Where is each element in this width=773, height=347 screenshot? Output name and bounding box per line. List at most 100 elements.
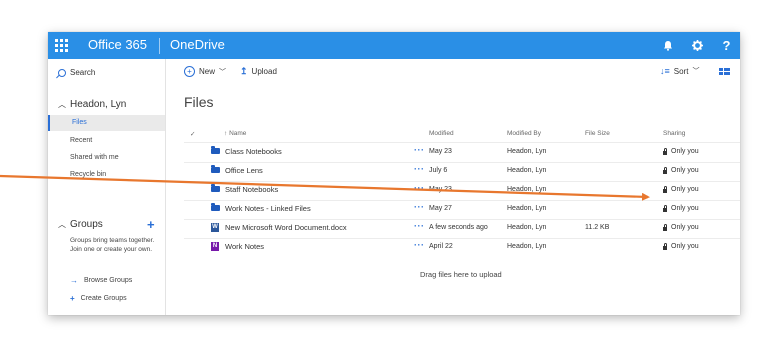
create-groups-link[interactable]: + Create Groups [70, 294, 127, 303]
word-document-icon: W [211, 223, 219, 232]
file-name[interactable]: New Microsoft Word Document.docx [225, 223, 347, 232]
file-name[interactable]: Work Notes [225, 242, 264, 251]
gear-icon [692, 40, 703, 51]
modified-by: Headon, Lyn [507, 243, 547, 250]
sharing-label: Only you [671, 205, 699, 212]
modified-date: April 22 [429, 243, 453, 250]
folder-icon [211, 203, 220, 211]
column-header-name-label: Name [229, 130, 247, 137]
modified-by: Headon, Lyn [507, 205, 547, 212]
search-box[interactable]: Search [58, 68, 95, 77]
sharing-label: Only you [671, 243, 699, 250]
column-header-file-size[interactable]: File Size [585, 130, 610, 137]
sharing-status[interactable]: Only you [663, 242, 699, 250]
file-size: 11.2 KB [585, 224, 610, 231]
sharing-status[interactable]: Only you [663, 204, 699, 212]
view-switcher-icon[interactable] [719, 68, 730, 75]
more-actions-icon[interactable]: ··· [414, 164, 425, 174]
sort-label: Sort [673, 66, 689, 76]
more-actions-icon[interactable]: ··· [414, 240, 425, 250]
table-row[interactable]: N Work Notes ··· April 22 Headon, Lyn On… [48, 238, 740, 257]
browse-groups-label: Browse Groups [84, 277, 133, 284]
file-name[interactable]: Work Notes - Linked Files [225, 204, 311, 213]
more-actions-icon[interactable]: ··· [414, 221, 425, 231]
help-button[interactable]: ? [713, 32, 740, 59]
search-icon [58, 68, 66, 77]
drag-drop-hint: Drag files here to upload [420, 270, 502, 279]
lock-icon [663, 223, 667, 231]
sidebar-item-label: Files [72, 119, 87, 126]
sort-button[interactable]: ↓≡ Sort ﹀ [660, 66, 699, 76]
modified-date: July 6 [429, 167, 448, 174]
onenote-notebook-icon: N [211, 242, 219, 251]
table-row[interactable]: Staff Notebooks ··· May 23 Headon, Lyn O… [48, 181, 740, 200]
page-title: Files [184, 94, 214, 110]
new-label: New [199, 67, 216, 76]
create-groups-label: Create Groups [80, 295, 127, 302]
lock-icon [663, 147, 667, 155]
sharing-label: Only you [671, 148, 699, 155]
waffle-icon [55, 39, 68, 52]
column-header-name[interactable]: ↑ Name [224, 130, 246, 137]
more-actions-icon[interactable]: ··· [414, 202, 425, 212]
folder-icon [211, 165, 220, 173]
modified-by: Headon, Lyn [507, 167, 547, 174]
onedrive-window: Office 365 OneDrive ? Search ︿ Headon, L… [48, 32, 740, 315]
table-row[interactable]: W New Microsoft Word Document.docx ··· A… [48, 219, 740, 238]
modified-date: May 23 [429, 148, 452, 155]
lock-icon [663, 185, 667, 193]
sharing-label: Only you [671, 224, 699, 231]
plus-circle-icon: + [184, 66, 195, 77]
app-title[interactable]: OneDrive [170, 37, 225, 52]
column-header-modified[interactable]: Modified [429, 130, 454, 137]
sidebar-item-files[interactable]: Files [48, 115, 165, 131]
bell-icon [663, 41, 672, 51]
chevron-up-icon: ︿ [58, 100, 66, 109]
lock-icon [663, 204, 667, 212]
new-button[interactable]: + New ﹀ [184, 66, 226, 77]
file-name[interactable]: Office Lens [225, 166, 263, 175]
notifications-button[interactable] [654, 32, 681, 59]
sharing-status[interactable]: Only you [663, 147, 699, 155]
chevron-down-icon: ﹀ [219, 68, 227, 76]
arrow-right-icon: → [70, 276, 78, 285]
column-header-sharing[interactable]: Sharing [663, 130, 685, 137]
sharing-status[interactable]: Only you [663, 223, 699, 231]
modified-by: Headon, Lyn [507, 224, 547, 231]
table-row[interactable]: Office Lens ··· July 6 Headon, Lyn Only … [48, 162, 740, 181]
file-name[interactable]: Class Notebooks [225, 147, 282, 156]
upload-icon: ↥ [240, 66, 248, 76]
lock-icon [663, 166, 667, 174]
office-365-brand[interactable]: Office 365 [88, 37, 147, 52]
sharing-label: Only you [671, 186, 699, 193]
top-bar: Office 365 OneDrive ? [48, 32, 740, 59]
upload-label: Upload [251, 67, 277, 76]
sort-icon: ↓≡ [660, 66, 670, 76]
topbar-divider [159, 38, 160, 54]
upload-button[interactable]: ↥ Upload [240, 66, 277, 77]
folder-icon [211, 184, 220, 192]
app-launcher-button[interactable] [48, 32, 75, 59]
modified-date: A few seconds ago [429, 224, 488, 231]
more-actions-icon[interactable]: ··· [414, 145, 425, 155]
lock-icon [663, 242, 667, 250]
command-bar: + New ﹀ ↥ Upload ↓≡ Sort ﹀ [166, 59, 740, 83]
owner-section-toggle[interactable]: ︿ Headon, Lyn [58, 99, 126, 110]
browse-groups-link[interactable]: → Browse Groups [70, 276, 132, 285]
table-row[interactable]: Class Notebooks ··· May 23 Headon, Lyn O… [48, 143, 740, 162]
chevron-down-icon: ﹀ [692, 68, 700, 75]
more-actions-icon[interactable]: ··· [414, 183, 425, 193]
owner-name: Headon, Lyn [70, 99, 127, 110]
table-row[interactable]: Work Notes - Linked Files ··· May 27 Hea… [48, 200, 740, 219]
plus-icon: + [70, 294, 75, 303]
modified-by: Headon, Lyn [507, 148, 547, 155]
folder-icon [211, 146, 220, 154]
file-name[interactable]: Staff Notebooks [225, 185, 278, 194]
sharing-status[interactable]: Only you [663, 185, 699, 193]
select-all-check[interactable]: ✓ [190, 130, 195, 138]
sharing-status[interactable]: Only you [663, 166, 699, 174]
settings-button[interactable] [684, 32, 711, 59]
modified-date: May 23 [429, 186, 452, 193]
modified-by: Headon, Lyn [507, 186, 547, 193]
column-header-modified-by[interactable]: Modified By [507, 130, 541, 137]
